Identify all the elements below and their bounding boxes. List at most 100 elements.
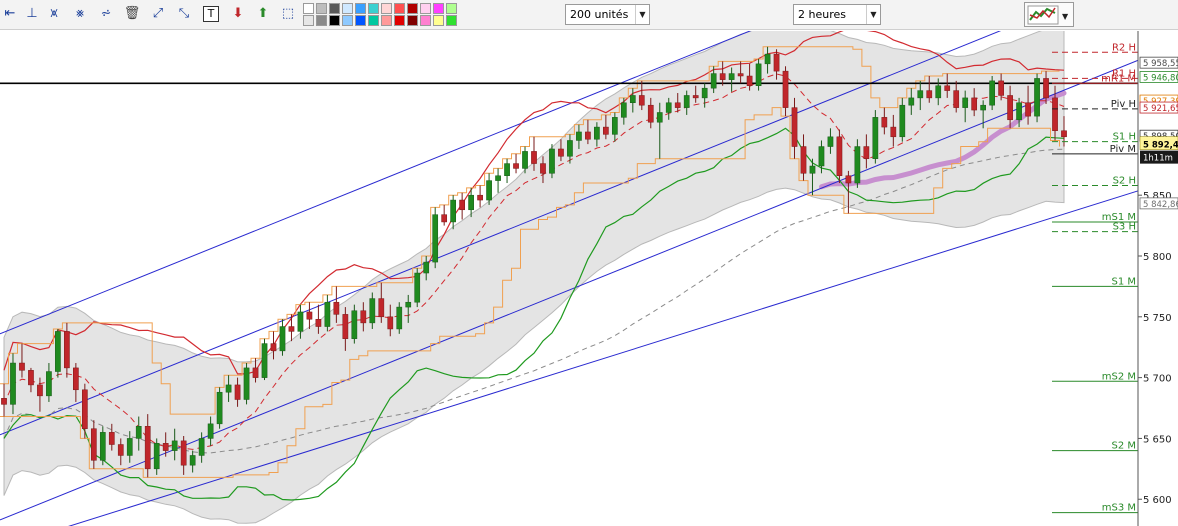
- candle: [46, 371, 52, 397]
- color-swatch[interactable]: [329, 15, 340, 26]
- arrow-line-icon[interactable]: ⇤: [0, 4, 20, 24]
- color-swatch[interactable]: [433, 3, 444, 14]
- rectangle-icon[interactable]: ⬚: [278, 4, 298, 24]
- units-select[interactable]: 200 unités ▼: [565, 4, 650, 25]
- color-swatch[interactable]: [420, 3, 431, 14]
- last-price-tag: 5 892,4 1h11m: [1139, 136, 1178, 164]
- candle: [396, 306, 403, 330]
- candle: [890, 126, 897, 138]
- price-chart[interactable]: R2 HR1 HmR1 MPiv HS1 HPiv MS2 HmS1 MS3 H…: [0, 31, 1178, 526]
- candle: [809, 165, 816, 174]
- period-select[interactable]: 2 heures ▼: [793, 4, 881, 25]
- pivot-label: mS2 M: [1102, 371, 1136, 382]
- candle: [629, 95, 636, 104]
- vertical-line-icon[interactable]: ⊥: [22, 4, 42, 24]
- color-swatch[interactable]: [316, 15, 327, 26]
- candle: [288, 326, 295, 332]
- candle: [953, 90, 960, 108]
- candle: [971, 97, 978, 111]
- candle: [638, 95, 645, 106]
- candle: [333, 301, 340, 315]
- color-swatch[interactable]: [316, 3, 327, 14]
- color-swatch[interactable]: [329, 3, 340, 14]
- candle: [656, 112, 663, 123]
- candle: [683, 95, 690, 108]
- candle: [755, 63, 762, 86]
- color-swatch[interactable]: [446, 3, 457, 14]
- trash-icon[interactable]: 🗑: [122, 4, 142, 24]
- color-swatch[interactable]: [355, 15, 366, 26]
- candle: [980, 104, 987, 111]
- candle: [10, 362, 16, 405]
- candle: [477, 194, 483, 201]
- candle: [692, 95, 699, 99]
- candle: [252, 367, 259, 378]
- price-tag: 5 842,86: [1143, 200, 1178, 210]
- candle: [162, 443, 169, 451]
- period-select-value: 2 heures: [798, 8, 846, 21]
- color-swatch[interactable]: [433, 15, 444, 26]
- candle: [64, 331, 70, 369]
- pivot-label: Piv H: [1111, 99, 1136, 110]
- candle: [441, 214, 448, 223]
- y-tick-label: 5 800: [1143, 252, 1172, 263]
- color-swatch[interactable]: [394, 15, 405, 26]
- candle: [306, 311, 313, 320]
- candle: [73, 367, 79, 391]
- color-swatch[interactable]: [368, 3, 379, 14]
- candle: [665, 102, 672, 113]
- candle: [315, 318, 322, 327]
- candle: [908, 97, 915, 106]
- color-swatch[interactable]: [342, 3, 353, 14]
- text-tool-icon[interactable]: T: [203, 6, 219, 22]
- pivot-label: S1 H: [1113, 132, 1136, 143]
- color-swatch[interactable]: [355, 3, 366, 14]
- pivot-label: mR1 M: [1101, 73, 1136, 84]
- color-swatch[interactable]: [303, 3, 314, 14]
- candle: [279, 326, 286, 352]
- candle: [37, 384, 43, 397]
- y-tick-label: 5 700: [1143, 374, 1172, 385]
- indicators-button[interactable]: ▼: [1024, 2, 1074, 27]
- candle: [710, 73, 717, 89]
- indicator-chart-icon: ▼: [1027, 5, 1069, 25]
- candle: [647, 104, 654, 123]
- arrow-up-icon[interactable]: ⬆: [253, 4, 273, 24]
- candle: [1034, 78, 1040, 117]
- candle: [1, 398, 7, 405]
- candle: [405, 301, 412, 308]
- candle: [243, 367, 250, 400]
- color-swatch[interactable]: [420, 15, 431, 26]
- trendline-ext-icon[interactable]: ⤡: [174, 4, 194, 24]
- regression-icon[interactable]: ⩫: [96, 4, 116, 24]
- arrow-down-icon[interactable]: ⬇: [228, 4, 248, 24]
- trendline-icon[interactable]: ⤢: [148, 4, 168, 24]
- candle: [585, 131, 591, 140]
- chevron-down-icon: ▼: [635, 5, 649, 24]
- candle: [818, 146, 825, 167]
- price-tag: 5 946,80: [1143, 73, 1178, 83]
- channel-icon[interactable]: ⩙: [44, 4, 64, 24]
- candle: [836, 136, 843, 176]
- candle: [567, 140, 573, 157]
- candle: [737, 73, 744, 77]
- color-swatch[interactable]: [368, 15, 379, 26]
- candle: [576, 131, 582, 141]
- color-swatch[interactable]: [303, 15, 314, 26]
- last-price: 5 892,4: [1143, 141, 1178, 151]
- color-swatch[interactable]: [394, 3, 405, 14]
- candle: [126, 438, 133, 456]
- candle: [117, 444, 124, 456]
- candle: [522, 151, 528, 169]
- color-swatch[interactable]: [381, 3, 392, 14]
- fan-icon[interactable]: ⨳: [70, 4, 90, 24]
- color-swatch[interactable]: [446, 15, 457, 26]
- toolbar: ⇤ ⊥ ⩙ ⨳ ⩫ 🗑 ⤢ ⤡ T ⬇ ⬆ ⬚ 200 unités ▼ 2 h…: [0, 0, 1178, 30]
- color-swatch[interactable]: [381, 15, 392, 26]
- color-swatch[interactable]: [342, 15, 353, 26]
- candle: [926, 90, 933, 99]
- chevron-down-icon: ▼: [866, 5, 880, 24]
- pivot-label: S3 H: [1113, 222, 1136, 233]
- color-swatch[interactable]: [407, 15, 418, 26]
- color-swatch[interactable]: [407, 3, 418, 14]
